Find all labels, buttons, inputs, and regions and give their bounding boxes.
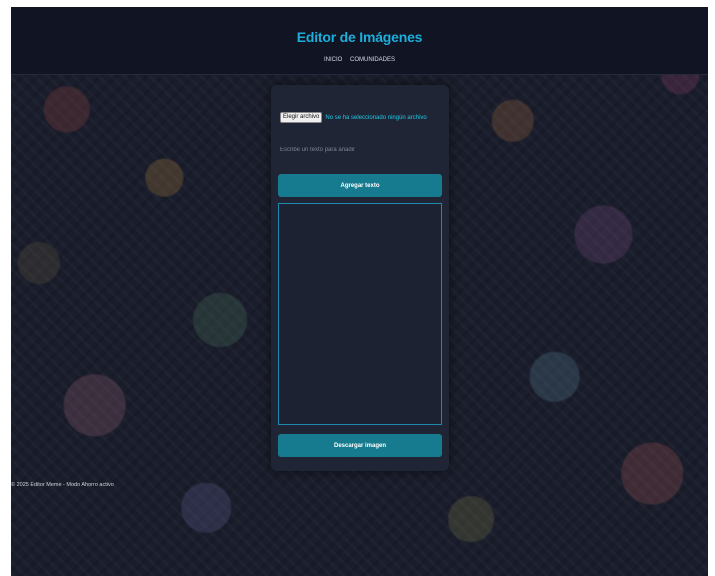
footer-text: © 2025 Editor Meme - Modo Ahorro activo	[11, 482, 114, 488]
file-input: Elegir archivo No se ha seleccionado ning…	[280, 112, 427, 123]
header: Editor de Imágenes INICIO COMUNIDADES	[11, 7, 708, 75]
add-text-button[interactable]: Agregar texto	[278, 174, 442, 197]
app-title: Editor de Imágenes	[296, 29, 423, 45]
text-input[interactable]	[278, 143, 445, 157]
choose-file-button[interactable]: Elegir archivo	[280, 112, 323, 123]
nav-menu: INICIO COMUNIDADES	[11, 57, 708, 63]
image-canvas[interactable]	[278, 203, 442, 425]
nav-link-inicio[interactable]: INICIO	[324, 57, 342, 63]
editor-panel: Elegir archivo No se ha seleccionado ning…	[271, 85, 449, 471]
download-image-button[interactable]: Descargar imagen	[278, 434, 442, 457]
file-status-text: No se ha seleccionado ningún archivo	[325, 114, 427, 121]
nav-link-comunidades[interactable]: COMUNIDADES	[350, 57, 395, 63]
page-background: Editor de Imágenes INICIO COMUNIDADES El…	[11, 7, 708, 576]
